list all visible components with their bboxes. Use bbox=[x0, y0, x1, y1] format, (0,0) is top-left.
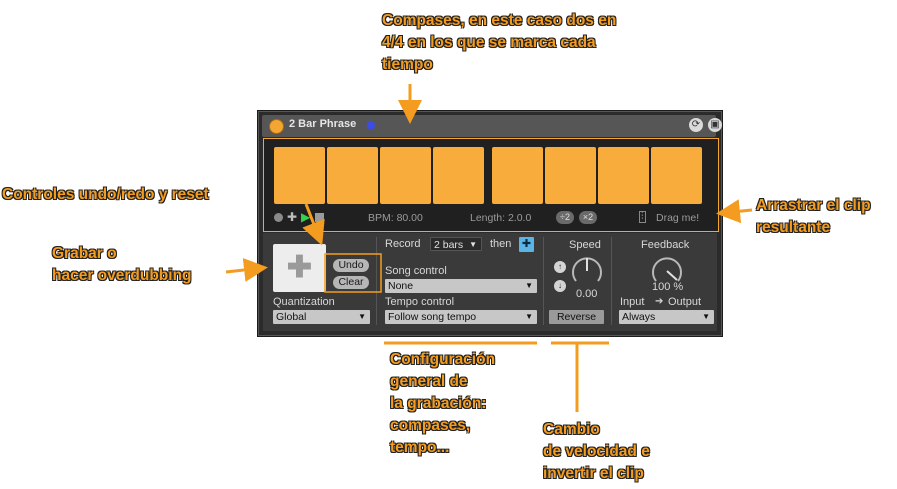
undo-button[interactable]: Undo bbox=[333, 259, 369, 272]
then-action-button[interactable]: ✚ bbox=[519, 237, 534, 252]
tempo-control-value: Follow song tempo bbox=[388, 311, 477, 323]
quantization-value: Global bbox=[276, 311, 307, 323]
annotation-top: Compases, en este caso dos en 4/4 en los… bbox=[382, 10, 616, 76]
annotation-line: de velocidad e bbox=[543, 443, 650, 460]
tempo-control-select[interactable]: Follow song tempo ▼ bbox=[385, 310, 537, 324]
song-control-value: None bbox=[388, 280, 414, 292]
waveform-icon: ⫶ bbox=[639, 211, 646, 223]
annotation-undo-redo: Controles undo/redo y reset bbox=[2, 186, 209, 203]
device-titlebar: 2 Bar Phrase ⬢ ⟳ ▣ bbox=[262, 115, 722, 137]
speed-value: 0.00 bbox=[576, 288, 598, 300]
divider bbox=[543, 237, 544, 325]
annotation-speed: Cambio de velocidad e invertir el clip bbox=[543, 419, 650, 485]
save-icon[interactable]: ▣ bbox=[708, 118, 722, 132]
device-title: 2 Bar Phrase bbox=[289, 118, 357, 130]
feedback-value: 100 % bbox=[652, 281, 684, 293]
annotation-drag: Arrastrar el clip resultante bbox=[756, 195, 871, 239]
io-arrow-icon: ➔ bbox=[655, 296, 664, 307]
annotation-line: tempo... bbox=[390, 439, 450, 456]
speed-down-button[interactable]: ↓ bbox=[554, 280, 566, 292]
record-bars-select[interactable]: 2 bars ▼ bbox=[430, 237, 482, 251]
stop-icon[interactable] bbox=[315, 213, 324, 222]
beat-pad[interactable] bbox=[274, 147, 325, 204]
annotation-line: Grabar o bbox=[52, 245, 117, 262]
lower-panel: ✚ Undo Clear Quantization Global ▼ Record… bbox=[263, 233, 717, 331]
divider bbox=[611, 237, 612, 325]
song-control-label: Song control bbox=[385, 265, 447, 277]
annotation-line: resultante bbox=[756, 219, 831, 236]
record-dot-icon[interactable] bbox=[274, 213, 283, 222]
bpm-readout: BPM: 80.00 bbox=[368, 212, 423, 224]
phrase-device: 2 Bar Phrase ⬢ ⟳ ▣ ✚ ▶ BPM: 80.00 Length… bbox=[257, 110, 723, 337]
status-bar: ✚ ▶ BPM: 80.00 Length: 2.0.0 ÷2 ×2 ⫶ Dra… bbox=[264, 209, 718, 229]
drag-clip-handle[interactable]: Drag me! bbox=[656, 212, 699, 224]
record-bars-value: 2 bars bbox=[434, 239, 464, 251]
dropdown-arrow-icon: ▼ bbox=[702, 312, 710, 321]
phrase-grid: ✚ ▶ BPM: 80.00 Length: 2.0.0 ÷2 ×2 ⫶ Dra… bbox=[263, 138, 719, 232]
length-readout: Length: 2.0.0 bbox=[470, 212, 532, 224]
input-label: Input bbox=[620, 296, 645, 308]
speed-label: Speed bbox=[569, 239, 601, 251]
speed-knob[interactable] bbox=[570, 254, 604, 288]
feedback-mode-select[interactable]: Always ▼ bbox=[619, 310, 714, 324]
reverse-button[interactable]: Reverse bbox=[549, 310, 604, 324]
dropdown-arrow-icon: ▼ bbox=[525, 312, 533, 321]
record-overdub-button[interactable]: ✚ bbox=[273, 244, 326, 292]
halve-length-button[interactable]: ÷2 bbox=[556, 211, 574, 224]
annotation-line: Cambio bbox=[543, 421, 600, 438]
annotation-line: Compases, en este caso dos en bbox=[382, 12, 617, 29]
annotation-record: Grabar o hacer overdubbing bbox=[52, 243, 192, 287]
annotation-line: Configuración bbox=[390, 351, 496, 368]
device-power-button[interactable] bbox=[269, 119, 284, 134]
clear-button[interactable]: Clear bbox=[333, 276, 369, 289]
feedback-mode-value: Always bbox=[622, 311, 656, 323]
annotation-line: Arrastrar el clip bbox=[756, 197, 871, 214]
dropdown-arrow-icon: ▼ bbox=[469, 240, 477, 249]
annotation-line: compases, bbox=[390, 417, 471, 434]
dropdown-arrow-icon: ▼ bbox=[525, 281, 533, 290]
overdub-icon[interactable]: ✚ bbox=[287, 210, 297, 224]
beat-pad[interactable] bbox=[545, 147, 596, 204]
beat-pad[interactable] bbox=[327, 147, 378, 204]
annotation-line: hacer overdubbing bbox=[52, 267, 192, 284]
play-icon[interactable]: ▶ bbox=[301, 210, 310, 224]
tempo-control-label: Tempo control bbox=[385, 296, 455, 308]
double-length-button[interactable]: ×2 bbox=[579, 211, 597, 224]
record-label: Record bbox=[385, 238, 421, 250]
then-label: then bbox=[490, 238, 512, 250]
beat-pad[interactable] bbox=[380, 147, 431, 204]
quantization-label: Quantization bbox=[273, 296, 335, 308]
song-control-select[interactable]: None ▼ bbox=[385, 279, 537, 293]
beat-pad[interactable] bbox=[598, 147, 649, 204]
annotation-line: invertir el clip bbox=[543, 465, 644, 482]
dropdown-arrow-icon: ▼ bbox=[358, 312, 366, 321]
annotation-line: tiempo bbox=[382, 56, 433, 73]
output-label: Output bbox=[668, 296, 702, 308]
beat-pad[interactable] bbox=[651, 147, 702, 204]
quantization-select[interactable]: Global ▼ bbox=[273, 310, 370, 324]
speed-up-button[interactable]: ↑ bbox=[554, 261, 566, 273]
feedback-label: Feedback bbox=[641, 239, 690, 251]
beat-pad[interactable] bbox=[492, 147, 543, 204]
annotation-line: 4/4 en los que se marca cada bbox=[382, 34, 596, 51]
annotation-line: la grabación: bbox=[390, 395, 487, 412]
divider bbox=[376, 237, 377, 325]
device-indicator-icon: ⬢ bbox=[366, 120, 376, 132]
beat-pad[interactable] bbox=[433, 147, 484, 204]
annotation-config: Configuración general de la grabación: c… bbox=[390, 349, 495, 459]
refresh-icon[interactable]: ⟳ bbox=[689, 118, 703, 132]
annotation-line: general de bbox=[390, 373, 468, 390]
